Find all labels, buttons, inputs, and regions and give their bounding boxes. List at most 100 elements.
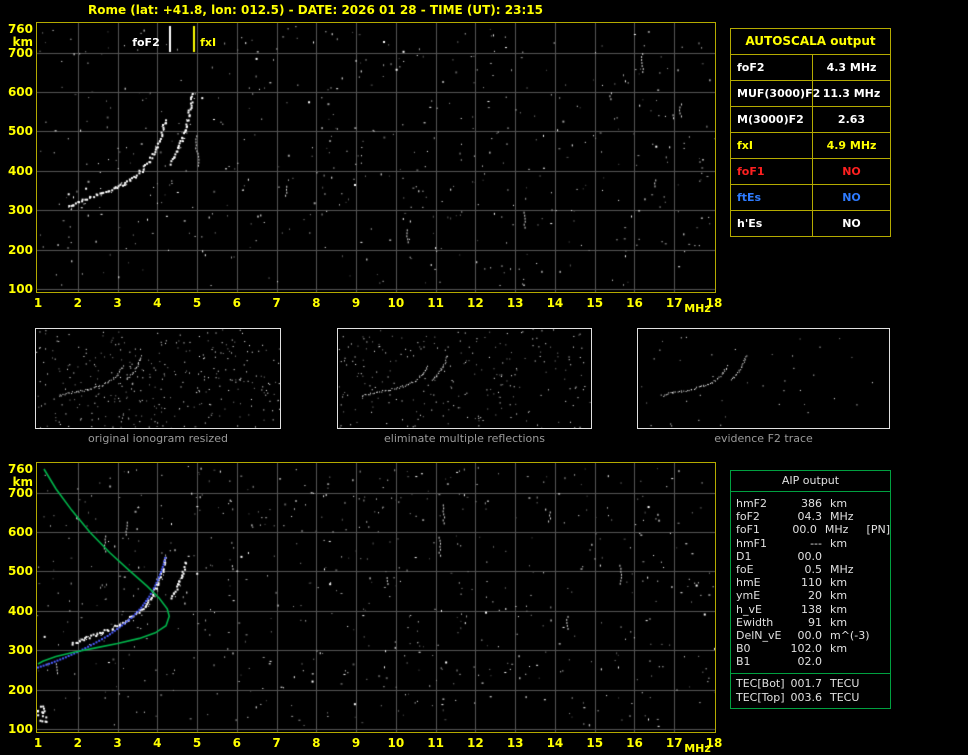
x-tick-label: 10 <box>387 296 405 310</box>
x-tick-label: 4 <box>153 736 162 750</box>
y-tick-label: 300 <box>7 203 33 218</box>
aip-row-unit: TECU <box>830 677 860 691</box>
thumbnail-original-ionogram <box>35 328 281 429</box>
scaled-ionogram-canvas <box>37 23 715 292</box>
aip-tec-rows: TEC[Bot] 001.7 TECU TEC[Top] 003.6 TECU <box>731 673 890 707</box>
aip-row-value: 0.5 <box>804 562 823 576</box>
aip-row: Ewidth 91 km <box>731 616 890 629</box>
x-tick-label: 7 <box>272 736 281 750</box>
scaled-ionogram-plot: 760 700 600 500 400 300 200 100 km 1 2 3 4 5 6 7 8 9 10 11 1… <box>8 22 722 315</box>
autoscala-row-value: 2.63 <box>837 113 866 126</box>
thumbnail-multiples-canvas <box>338 329 591 428</box>
aip-row-label: hmE <box>736 576 761 590</box>
aip-row-unit: MHz <box>830 510 854 524</box>
autoscala-output-table: AUTOSCALA output foF2 4.3 MHz MUF(3000)F2 1… <box>730 28 891 237</box>
x-tick-label: 13 <box>506 736 524 750</box>
x-tick-label: 12 <box>467 736 484 750</box>
aip-row-value: 386 <box>801 497 822 510</box>
aip-row-unit: km <box>830 642 848 656</box>
aip-row-unit: MHz <box>830 562 854 576</box>
aip-row-unit: km <box>830 602 848 616</box>
x-tick-label: 1 <box>33 736 43 750</box>
autoscala-row: h'Es NO <box>731 211 890 236</box>
x-tick-label: 2 <box>73 296 82 310</box>
aip-row-label: DelN_vE <box>736 628 782 642</box>
aip-row-value: 91 <box>808 615 822 629</box>
x-tick-label: 16 <box>626 736 643 750</box>
x-axis-unit-label: MHz <box>684 742 711 755</box>
y-tick-label: 600 <box>7 525 33 540</box>
autoscala-row-label: foF1 <box>731 159 813 184</box>
x-axis-unit-label: MHz <box>684 302 711 315</box>
aip-row-unit: km <box>830 497 848 510</box>
aip-row: D1 00.0 <box>731 550 890 563</box>
x-tick-label: 6 <box>232 296 241 310</box>
x-tick-label: 14 <box>546 736 564 750</box>
x-tick-label: 4 <box>153 296 162 310</box>
aip-row-value: --- <box>810 536 822 550</box>
thumbnail-caption-multiples: eliminate multiple reflections <box>384 432 545 445</box>
aip-row: B1 02.0 <box>731 655 890 668</box>
y-tick-label: 760 <box>7 462 33 476</box>
autoscala-row-label: h'Es <box>731 211 813 236</box>
autoscala-row: fxI 4.9 MHz <box>731 133 890 159</box>
foF2-marker-label: foF2 <box>132 36 160 49</box>
thumbnail-caption-original: original ionogram resized <box>88 432 228 445</box>
y-tick-label: 760 <box>7 22 33 36</box>
aip-output-table: AIP output hmF2 386 km foF2 04.3 MHz foF1 00.0 M… <box>730 470 891 709</box>
x-tick-label: 5 <box>192 736 202 750</box>
y-tick-label: 500 <box>7 564 33 579</box>
aip-row-label: foF2 <box>736 510 760 524</box>
y-axis-unit-label: km <box>12 475 33 489</box>
x-tick-label: 3 <box>113 736 122 750</box>
aip-row-value: 00.0 <box>792 523 817 537</box>
aip-row-value: 003.6 <box>790 690 823 704</box>
x-tick-label: 1 <box>33 296 43 310</box>
x-tick-label: 15 <box>586 296 604 310</box>
autoscala-row-value: NO <box>842 217 861 230</box>
y-tick-label: 400 <box>7 163 33 178</box>
y-tick-label: 200 <box>7 682 33 697</box>
aip-row-value: 102.0 <box>790 642 823 656</box>
restored-trace-canvas <box>37 463 715 732</box>
x-tick-label: 6 <box>232 736 241 750</box>
x-tick-label: 16 <box>626 296 643 310</box>
x-tick-label: 8 <box>312 736 321 750</box>
aip-row-unit: TECU <box>830 690 860 704</box>
x-tick-label: 13 <box>506 296 524 310</box>
aip-row-unit: km <box>830 615 848 629</box>
autoscala-row: MUF(3000)F2 11.3 MHz <box>731 81 890 107</box>
thumbnail-multiple-reflections-removed <box>337 328 592 429</box>
aip-table-title: AIP output <box>731 471 890 492</box>
autoscala-table-title: AUTOSCALA output <box>731 29 890 55</box>
aip-row-label: hmF1 <box>736 536 768 550</box>
aip-row-unit <box>822 655 870 668</box>
aip-row-label: B0 <box>736 642 751 656</box>
aip-row-value: 02.0 <box>797 655 823 669</box>
autoscala-row-label: MUF(3000)F2 <box>731 81 820 106</box>
autoscala-row: M(3000)F2 2.63 <box>731 107 890 133</box>
aip-row: hmF1 --- km <box>731 537 890 550</box>
aip-table-rows: hmF2 386 km foF2 04.3 MHz foF1 00.0 MHz [PN] hmF1-… <box>731 492 890 670</box>
aip-row-value: 00.0 <box>797 628 823 642</box>
restored-trace-plot: 760 700 600 500 400 300 200 100 km 1 2 3 4 5 6 7 8 9 10 11 1… <box>8 462 722 755</box>
autoscala-row-value: 4.3 MHz <box>826 61 877 74</box>
aip-row-value: 20 <box>808 589 822 603</box>
aip-row: TEC[Top] 003.6 TECU <box>731 691 890 704</box>
y-tick-label: 100 <box>7 722 33 736</box>
x-tick-label: 11 <box>427 736 444 750</box>
aip-row: TEC[Bot] 001.7 TECU <box>731 677 890 690</box>
aip-row-unit: MHz <box>824 523 849 537</box>
aip-row-label: TEC[Bot] <box>736 677 785 691</box>
autoscala-row-label: M(3000)F2 <box>731 107 813 132</box>
y-tick-label: 600 <box>7 85 33 100</box>
x-tick-label: 9 <box>351 736 361 750</box>
x-tick-label: 8 <box>312 296 321 310</box>
aip-row-value: 00.0 <box>797 549 823 563</box>
aip-row: DelN_vE 00.0 m^(-3) <box>731 629 890 642</box>
y-tick-label: 200 <box>7 242 33 257</box>
station-date-title: Rome (lat: +41.8, lon: 012.5) - DATE: 20… <box>88 3 543 17</box>
aip-row-value: 001.7 <box>790 677 823 691</box>
aip-row-unit: km <box>830 576 848 590</box>
autoscala-row-label: fxI <box>731 133 813 158</box>
